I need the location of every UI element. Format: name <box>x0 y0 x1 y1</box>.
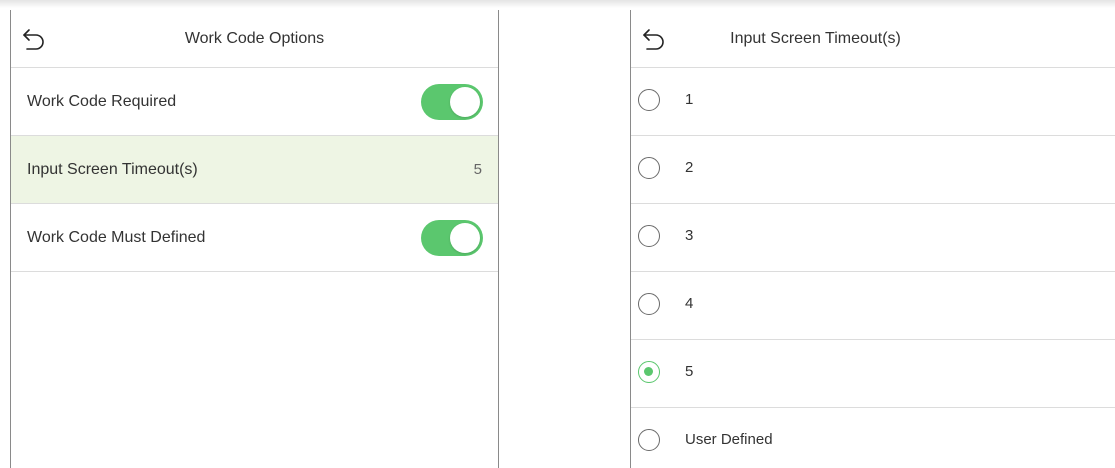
timeout-option-user-defined[interactable]: User Defined <box>631 408 1115 468</box>
toggle-knob <box>450 87 480 117</box>
option-label: 4 <box>685 295 694 312</box>
work-code-required-toggle[interactable] <box>421 84 483 120</box>
timeout-option-1[interactable]: 1 <box>631 68 1115 136</box>
work-code-must-defined-row[interactable]: Work Code Must Defined <box>11 204 498 272</box>
option-label: 1 <box>685 91 694 108</box>
radio-button[interactable] <box>638 225 660 247</box>
header: Input Screen Timeout(s) <box>631 10 1115 68</box>
row-label: Input Screen Timeout(s) <box>27 161 198 178</box>
timeout-option-2[interactable]: 2 <box>631 136 1115 204</box>
radio-dot <box>644 367 653 376</box>
page-title: Input Screen Timeout(s) <box>730 30 901 47</box>
input-screen-timeout-row[interactable]: Input Screen Timeout(s) 5 <box>11 136 498 204</box>
radio-button[interactable] <box>638 157 660 179</box>
work-code-options-screen: Work Code Options Work Code Required Inp… <box>10 10 499 468</box>
option-label: User Defined <box>685 431 773 448</box>
row-label: Work Code Required <box>27 93 177 110</box>
radio-button[interactable] <box>638 429 660 451</box>
page-title: Work Code Options <box>184 30 325 47</box>
work-code-required-row[interactable]: Work Code Required <box>11 68 498 136</box>
work-code-must-defined-toggle[interactable] <box>421 220 483 256</box>
option-label: 2 <box>685 159 694 176</box>
screenshot-stage: Work Code Options Work Code Required Inp… <box>0 0 1115 468</box>
toggle-knob <box>450 223 480 253</box>
header: Work Code Options <box>11 10 498 68</box>
option-label: 5 <box>685 363 694 380</box>
row-label: Work Code Must Defined <box>27 229 206 246</box>
radio-button[interactable] <box>638 293 660 315</box>
top-edge-fade <box>0 0 1115 8</box>
radio-button-selected[interactable] <box>638 361 660 383</box>
timeout-value: 5 <box>473 161 482 178</box>
timeout-option-5[interactable]: 5 <box>631 340 1115 408</box>
timeout-option-4[interactable]: 4 <box>631 272 1115 340</box>
option-label: 3 <box>685 227 694 244</box>
radio-button[interactable] <box>638 89 660 111</box>
input-screen-timeout-screen: Input Screen Timeout(s) 1 2 3 4 5 User D… <box>630 10 1115 468</box>
timeout-option-3[interactable]: 3 <box>631 204 1115 272</box>
